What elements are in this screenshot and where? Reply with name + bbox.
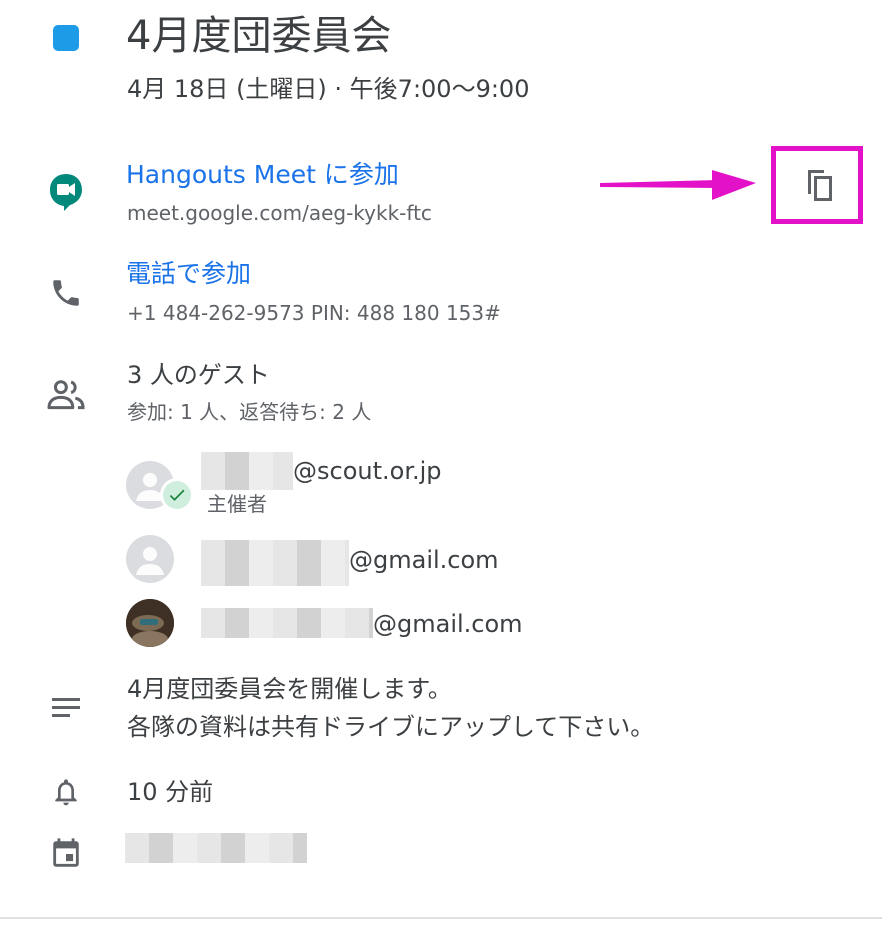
people-icon bbox=[45, 377, 87, 411]
calendar-icon bbox=[49, 836, 83, 872]
description-icon bbox=[50, 694, 82, 722]
event-color-chip bbox=[53, 25, 79, 51]
join-meet-link[interactable]: Hangouts Meet に参加 bbox=[126, 158, 399, 192]
redacted-name bbox=[201, 608, 373, 638]
guests-title: 3 人のゲスト bbox=[127, 361, 270, 389]
event-title: 4月度団委員会 bbox=[126, 13, 392, 59]
bottom-divider bbox=[0, 917, 882, 919]
guest-email[interactable]: @gmail.com bbox=[349, 543, 499, 577]
guest-email[interactable]: @scout.or.jp bbox=[293, 454, 442, 488]
redacted-name bbox=[201, 540, 349, 586]
bell-icon bbox=[50, 774, 82, 810]
phone-detail: +1 484-262-9573 PIN: 488 180 153# bbox=[127, 301, 501, 325]
redacted-calendar-name bbox=[125, 833, 307, 863]
check-icon bbox=[163, 481, 191, 509]
description-line-1: 4月度団委員会を開催します。 bbox=[127, 675, 452, 703]
phone-icon bbox=[49, 276, 83, 310]
guest-email[interactable]: @gmail.com bbox=[373, 607, 523, 641]
organizer-label: 主催者 bbox=[207, 492, 267, 516]
description-line-2: 各隊の資料は共有ドライブにアップして下さい。 bbox=[127, 713, 655, 741]
meet-url: meet.google.com/aeg-kykk-ftc bbox=[127, 201, 432, 225]
annotation-arrow bbox=[600, 168, 760, 202]
guest-avatar-photo[interactable] bbox=[126, 599, 174, 647]
guest-avatar[interactable] bbox=[126, 535, 174, 583]
accepted-badge bbox=[160, 478, 194, 512]
redacted-name bbox=[201, 452, 293, 490]
reminder-text: 10 分前 bbox=[127, 778, 214, 806]
guests-summary: 参加: 1 人、返答待ち: 2 人 bbox=[127, 400, 372, 424]
copy-icon[interactable] bbox=[800, 162, 840, 206]
event-datetime: 4月 18日 (土曜日) · 午後7:00〜9:00 bbox=[127, 75, 530, 103]
hangouts-meet-icon bbox=[48, 172, 84, 212]
join-phone-link[interactable]: 電話で参加 bbox=[126, 257, 251, 291]
